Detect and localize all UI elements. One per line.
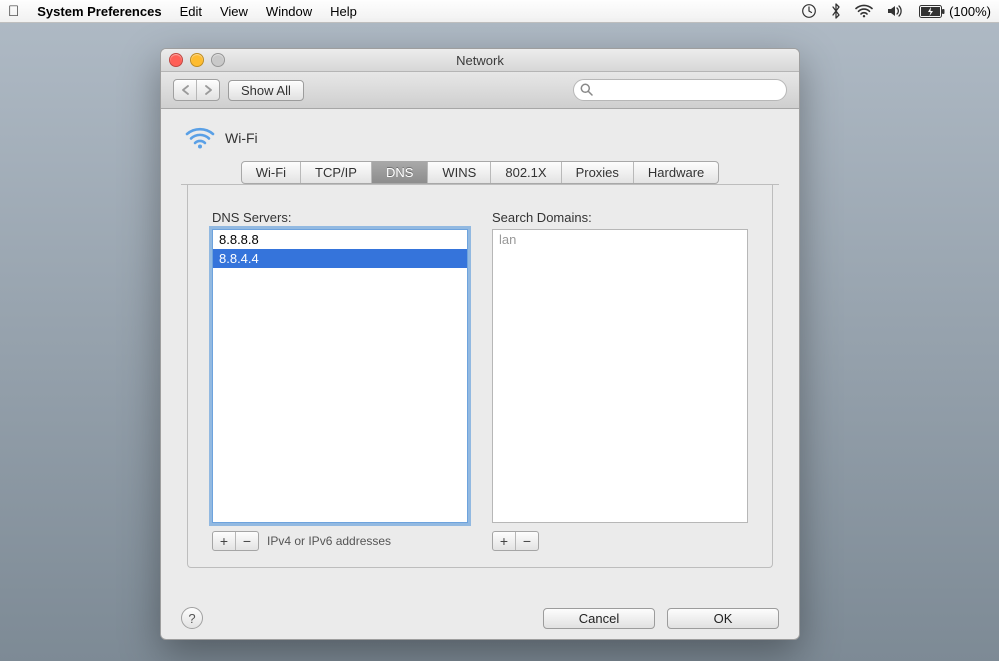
apple-menu[interactable]:  <box>8 4 19 19</box>
menu-view[interactable]: View <box>220 4 248 19</box>
menu-edit[interactable]: Edit <box>180 4 202 19</box>
tab-proxies[interactable]: Proxies <box>562 162 634 183</box>
bluetooth-icon[interactable] <box>831 3 841 19</box>
search-domains-list[interactable]: lan <box>492 229 748 523</box>
search-icon <box>580 83 593 99</box>
add-dns-button[interactable]: + <box>213 532 235 550</box>
tab-tcpip[interactable]: TCP/IP <box>301 162 372 183</box>
wifi-icon[interactable] <box>855 4 873 18</box>
window-title: Network <box>161 53 799 68</box>
toolbar: Show All <box>161 72 799 109</box>
network-window: Network Show All <box>160 48 800 640</box>
wifi-service-icon <box>185 123 215 153</box>
tab-bar: Wi-FiTCP/IPDNSWINS802.1XProxiesHardware <box>181 161 779 184</box>
search-domain-row[interactable]: lan <box>493 230 747 249</box>
tab-hardware[interactable]: Hardware <box>634 162 718 183</box>
menu-window[interactable]: Window <box>266 4 312 19</box>
battery-icon[interactable]: (100%) <box>919 4 991 19</box>
show-all-button[interactable]: Show All <box>228 80 304 101</box>
app-menu[interactable]: System Preferences <box>37 4 161 19</box>
search-domains-label: Search Domains: <box>492 210 748 225</box>
remove-domain-button[interactable]: − <box>515 532 538 550</box>
ok-button[interactable]: OK <box>667 608 779 629</box>
dns-server-row[interactable]: 8.8.8.8 <box>213 230 467 249</box>
nav-buttons <box>173 79 220 101</box>
remove-dns-button[interactable]: − <box>235 532 258 550</box>
volume-icon[interactable] <box>887 4 905 18</box>
back-button[interactable] <box>174 80 196 100</box>
tab-wifi[interactable]: Wi-Fi <box>242 162 301 183</box>
service-name: Wi-Fi <box>225 130 258 146</box>
cancel-button[interactable]: Cancel <box>543 608 655 629</box>
menu-help[interactable]: Help <box>330 4 357 19</box>
add-domain-button[interactable]: + <box>493 532 515 550</box>
dns-hint: IPv4 or IPv6 addresses <box>267 534 391 548</box>
dns-server-row[interactable]: 8.8.4.4 <box>213 249 467 268</box>
dns-servers-label: DNS Servers: <box>212 210 468 225</box>
menu-bar:  System Preferences Edit View Window He… <box>0 0 999 23</box>
help-button[interactable]: ? <box>181 607 203 629</box>
search-input[interactable] <box>573 79 787 101</box>
battery-label: (100%) <box>949 4 991 19</box>
timemachine-icon[interactable] <box>801 3 817 19</box>
forward-button[interactable] <box>196 80 219 100</box>
tab-wins[interactable]: WINS <box>428 162 491 183</box>
title-bar[interactable]: Network <box>161 49 799 72</box>
dns-servers-list[interactable]: 8.8.8.88.8.4.4 <box>212 229 468 523</box>
tab-dns[interactable]: DNS <box>372 162 428 183</box>
dns-tab-panel: DNS Servers: 8.8.8.88.8.4.4 + − IPv4 or … <box>187 184 773 568</box>
tab-8021x[interactable]: 802.1X <box>491 162 561 183</box>
